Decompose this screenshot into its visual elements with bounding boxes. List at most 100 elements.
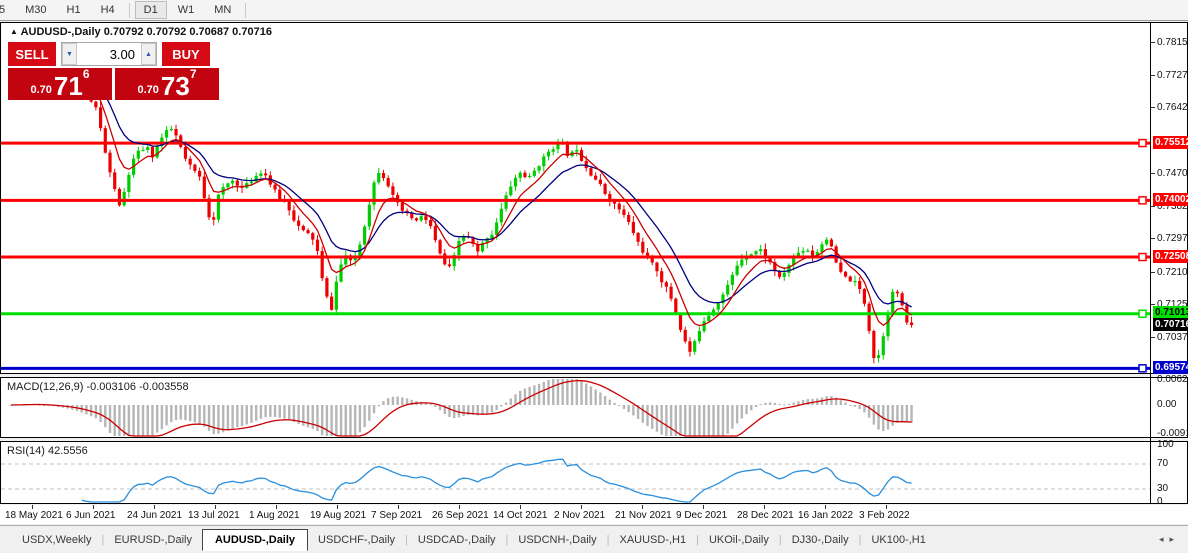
price-tick [1151, 337, 1155, 338]
date-tick [764, 505, 765, 509]
timeframe-toolbar: 5M30H1H4 D1W1MN [0, 0, 1188, 21]
date-tick [886, 505, 887, 509]
price-tick-label: 0.72100 [1157, 267, 1188, 278]
price-tick-label: 0.74700 [1157, 168, 1188, 179]
sell-price-display[interactable]: 0.70 71 6 [8, 68, 112, 100]
collapse-arrow-icon[interactable]: ▲ [10, 27, 18, 36]
macd-canvas [1, 378, 1151, 437]
date-label: 7 Sep 2021 [371, 510, 422, 521]
date-label: 16 Jan 2022 [798, 510, 853, 521]
price-tick [1151, 42, 1155, 43]
date-label: 19 Aug 2021 [310, 510, 366, 521]
price-tick [1151, 107, 1155, 108]
price-tick [1151, 304, 1155, 305]
buy-button[interactable]: BUY [162, 42, 210, 66]
symbol-tab-audusd-daily[interactable]: AUDUSD-,Daily [202, 529, 308, 551]
rsi-axis-label: 100 [1157, 439, 1174, 450]
chart-ohlc-values: 0.70792 0.70792 0.70687 0.70716 [104, 26, 272, 38]
date-tick [32, 505, 33, 509]
toolbar-separator [245, 3, 246, 18]
macd-indicator-pane[interactable]: MACD(12,26,9) -0.003106 -0.003558 [0, 377, 1188, 438]
date-tick [520, 505, 521, 509]
symbol-tab-ukoil-daily[interactable]: UKOil-,Daily [699, 530, 779, 550]
hline-handle[interactable] [1139, 254, 1146, 261]
buy-price-prefix: 0.70 [137, 82, 158, 98]
price-axis[interactable]: 0.781500.772750.764250.747000.738250.729… [1150, 22, 1188, 503]
buy-price-display[interactable]: 0.70 73 7 [115, 68, 219, 100]
tab-scroll-left-icon[interactable]: ◂ [1159, 534, 1170, 544]
date-label: 2 Nov 2021 [554, 510, 605, 521]
hline-price-label: 0.74002 [1153, 193, 1188, 206]
chart-header: ▲ AUDUSD-,Daily 0.70792 0.70792 0.70687 … [10, 26, 272, 38]
date-label: 21 Nov 2021 [615, 510, 672, 521]
rsi-axis-label: 70 [1157, 458, 1168, 469]
sell-button[interactable]: SELL [8, 42, 56, 66]
symbol-tab-usdcnh-daily[interactable]: USDCNH-,Daily [508, 530, 606, 550]
symbol-tab-eurusd-daily[interactable]: EURUSD-,Daily [104, 530, 202, 550]
timeframe-button-h1[interactable]: H1 [58, 1, 90, 19]
date-axis[interactable]: 18 May 20216 Jun 2021 24 Jun 2021 13 Jul 2… [0, 505, 1188, 524]
macd-axis-label: -0.009195 [1157, 428, 1188, 439]
symbol-tab-usdcad-daily[interactable]: USDCAD-,Daily [408, 530, 506, 550]
date-label: 28 Dec 2021 [737, 510, 794, 521]
date-tick [398, 505, 399, 509]
timeframe-button-d1[interactable]: D1 [135, 1, 167, 19]
timeframe-button-m30[interactable]: M30 [16, 1, 55, 19]
buy-price-pips: 73 [161, 74, 190, 98]
price-tick-label: 0.70375 [1157, 332, 1188, 343]
volume-input[interactable]: 3.00 [77, 43, 141, 65]
date-tick [215, 505, 216, 509]
date-label: 24 Jun 2021 [127, 510, 182, 521]
date-label: 6 Jun 2021 [66, 510, 116, 521]
date-label: 1 Aug 2021 [249, 510, 300, 521]
symbol-tab-dj30-daily[interactable]: DJ30-,Daily [782, 530, 859, 550]
date-tick [337, 505, 338, 509]
price-tick [1151, 75, 1155, 76]
price-tick [1151, 173, 1155, 174]
timeframe-button-mn[interactable]: MN [205, 1, 240, 19]
date-label: 13 Jul 2021 [188, 510, 240, 521]
hline-price-label: 0.72508 [1153, 250, 1188, 263]
date-label: 18 May 2021 [5, 510, 63, 521]
hline-handle[interactable] [1139, 197, 1146, 204]
macd-axis-label: 0.006201 [1157, 374, 1188, 385]
hline-price-label: 0.69574 [1153, 361, 1188, 374]
date-tick [703, 505, 704, 509]
tab-scroll-right-icon[interactable]: ▸ [1169, 534, 1180, 544]
date-tick [581, 505, 582, 509]
volume-stepper: ▼ 3.00 ▲ [61, 42, 157, 66]
date-tick [459, 505, 460, 509]
rsi-axis-label: 30 [1157, 483, 1168, 494]
symbol-tab-xauusd-h1[interactable]: XAUUSD-,H1 [609, 530, 696, 550]
symbol-tab-uk100-h1[interactable]: UK100-,H1 [861, 530, 935, 550]
buy-price-point: 7 [190, 69, 197, 79]
price-tick-label: 0.72975 [1157, 233, 1188, 244]
price-tick [1151, 206, 1155, 207]
date-label: 26 Sep 2021 [432, 510, 489, 521]
sell-price-point: 6 [83, 69, 90, 79]
hline-price-label: 0.75512 [1153, 136, 1188, 149]
price-tick-label: 0.78150 [1157, 37, 1188, 48]
symbol-tab-bar: USDX,Weekly|EURUSD-,DailyAUDUSD-,DailyUS… [0, 525, 1188, 553]
hline-handle[interactable] [1139, 310, 1146, 317]
timeframe-button-h4[interactable]: H4 [92, 1, 124, 19]
toolbar-separator [129, 3, 130, 18]
timeframe-button-w1[interactable]: W1 [169, 1, 204, 19]
timeframe-button-5[interactable]: 5 [0, 1, 14, 19]
date-tick [276, 505, 277, 509]
price-tick-label: 0.76425 [1157, 102, 1188, 113]
date-tick [825, 505, 826, 509]
one-click-trading-panel: SELL ▼ 3.00 ▲ BUY 0.70 71 6 0.70 73 7 [8, 42, 220, 100]
date-label: 9 Dec 2021 [676, 510, 727, 521]
hline-handle[interactable] [1139, 140, 1146, 147]
rsi-indicator-pane[interactable]: RSI(14) 42.5556 [0, 441, 1188, 504]
volume-decrease-button[interactable]: ▼ [62, 43, 77, 65]
symbol-tab-usdx-weekly[interactable]: USDX,Weekly [12, 530, 101, 550]
symbol-tab-usdchf-daily[interactable]: USDCHF-,Daily [308, 530, 405, 550]
current-price-label: 0.70716 [1153, 318, 1188, 331]
date-tick [93, 505, 94, 509]
volume-increase-button[interactable]: ▲ [141, 43, 156, 65]
hline-handle[interactable] [1139, 365, 1146, 372]
price-tick [1151, 272, 1155, 273]
date-tick [154, 505, 155, 509]
